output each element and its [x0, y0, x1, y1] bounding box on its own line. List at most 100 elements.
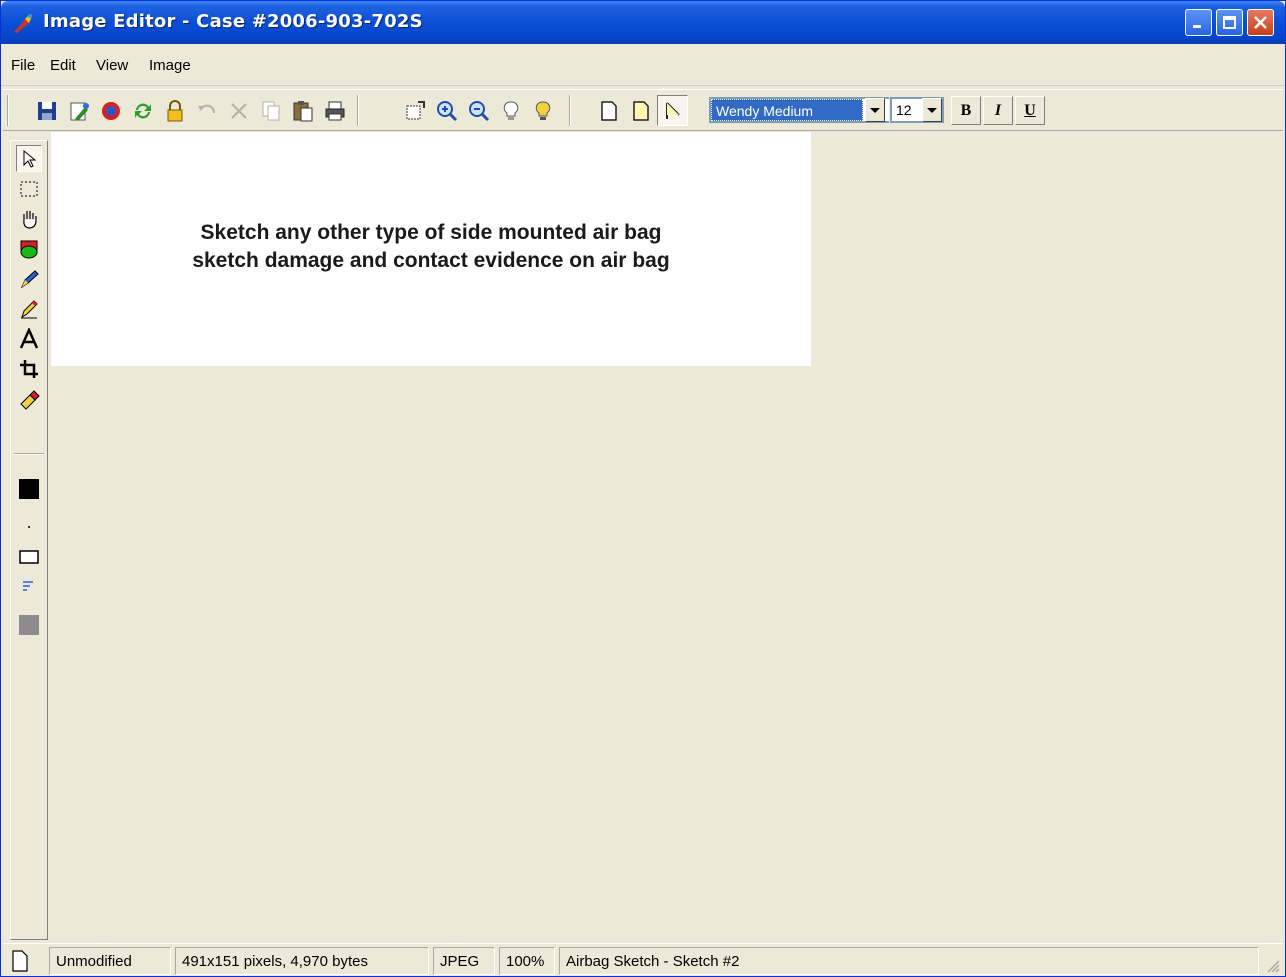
align-tool[interactable] [16, 573, 42, 600]
minimize-button[interactable] [1185, 9, 1212, 36]
crop-icon [20, 359, 38, 378]
title-bar[interactable]: Image Editor - Case #2006-903-702S [1, 1, 1285, 44]
refresh-icon [134, 103, 151, 118]
font-size-value: 12 [896, 102, 912, 118]
font-size-select[interactable]: 12 [890, 97, 944, 123]
font-name-select[interactable]: Wendy Medium [709, 97, 889, 123]
save-icon [37, 101, 56, 120]
zoom-out-button[interactable] [463, 95, 494, 126]
menu-file[interactable]: File [11, 57, 35, 74]
page-yellow-button[interactable] [625, 95, 656, 126]
shape-tool[interactable] [16, 235, 42, 262]
color-swatch-icon [19, 614, 39, 635]
underline-button[interactable]: U [1015, 96, 1045, 125]
palette-separator [14, 453, 44, 455]
image-canvas[interactable]: Sketch any other type of side mounted ai… [51, 132, 811, 366]
page-yellow-icon [632, 100, 649, 121]
chevron-down-icon[interactable] [922, 98, 942, 122]
light-on-button[interactable] [527, 95, 558, 126]
status-format: JPEG [433, 947, 495, 975]
font-name-value: Wendy Medium [711, 99, 863, 121]
menu-bar: File Edit View Image [1, 44, 1285, 86]
crop-tool[interactable] [16, 355, 42, 382]
menu-edit[interactable]: Edit [50, 57, 76, 74]
toolbar-separator [357, 95, 359, 126]
toolbar: Wendy Medium 12 B I U [3, 89, 1283, 131]
close-button[interactable] [1247, 9, 1274, 36]
page-icon [600, 100, 617, 121]
color-black-swatch[interactable] [16, 475, 42, 502]
undo-button[interactable] [191, 95, 222, 126]
dot-size-icon [28, 525, 30, 528]
app-icon [14, 14, 32, 33]
maximize-icon [1223, 16, 1236, 29]
zoom-out-icon [468, 100, 489, 121]
status-dimensions: 491x151 pixels, 4,970 bytes [175, 947, 429, 975]
pen-tool[interactable] [16, 265, 42, 292]
zoom-in-button[interactable] [431, 95, 462, 126]
pencil-tool[interactable] [16, 295, 42, 322]
pencil-icon [21, 299, 38, 318]
page-corner-icon [665, 101, 680, 119]
light-on-icon [535, 100, 550, 120]
toolbar-separator [569, 95, 571, 126]
dot-size-tool[interactable] [16, 513, 42, 540]
resize-grip-icon[interactable] [1264, 957, 1280, 973]
text-icon [19, 327, 39, 349]
undo-icon [197, 104, 215, 113]
hand-tool[interactable] [16, 205, 42, 232]
canvas-text-line-1: Sketch any other type of side mounted ai… [200, 221, 662, 244]
fit-icon [406, 100, 425, 119]
italic-button[interactable]: I [983, 96, 1013, 125]
canvas-area[interactable]: Sketch any other type of side mounted ai… [51, 132, 1283, 940]
eraser-icon [20, 389, 40, 410]
copy-button[interactable] [255, 95, 286, 126]
paste-button[interactable] [287, 95, 318, 126]
delete-icon [230, 102, 247, 119]
paste-icon [293, 100, 312, 121]
print-button[interactable] [319, 95, 350, 126]
page-icon [12, 950, 28, 972]
lock-button[interactable] [159, 95, 190, 126]
select-rect-icon [20, 181, 38, 196]
lock-icon [167, 99, 182, 121]
color-gray-swatch[interactable] [16, 611, 42, 638]
window-title: Image Editor - Case #2006-903-702S [43, 11, 423, 32]
canvas-text-line-2: sketch damage and contact evidence on ai… [192, 249, 670, 272]
status-zoom: 100% [499, 947, 555, 975]
bold-button[interactable]: B [951, 96, 981, 125]
status-document: Airbag Sketch - Sketch #2 [559, 947, 1259, 975]
shape-icon [20, 240, 38, 258]
import-button[interactable] [63, 95, 94, 126]
chevron-down-icon[interactable] [865, 98, 885, 122]
menu-image[interactable]: Image [149, 57, 191, 74]
menu-view[interactable]: View [96, 57, 128, 74]
status-bar: Unmodified 491x151 pixels, 4,970 bytes J… [3, 943, 1283, 976]
minimize-icon [1193, 25, 1201, 28]
rect-outline-tool[interactable] [16, 543, 42, 570]
canvas-text: Sketch any other type of side mounted ai… [51, 219, 811, 275]
refresh-button[interactable] [127, 95, 158, 126]
toolbar-grip [7, 95, 9, 126]
hand-icon [23, 210, 37, 229]
maximize-button[interactable] [1216, 9, 1243, 36]
eraser-tool[interactable] [16, 385, 42, 412]
save-button[interactable] [31, 95, 62, 126]
color-swatch-icon [19, 478, 39, 499]
rotate-icon [101, 101, 120, 120]
delete-button[interactable] [223, 95, 254, 126]
select-rect-tool[interactable] [16, 175, 42, 202]
light-off-button[interactable] [495, 95, 526, 126]
image-editor-window: Image Editor - Case #2006-903-702S File … [0, 0, 1286, 977]
fit-button[interactable] [399, 95, 430, 126]
pointer-tool[interactable] [16, 145, 42, 172]
rect-outline-icon [19, 549, 39, 564]
copy-icon [262, 101, 279, 120]
import-icon [70, 102, 89, 121]
pen-icon [20, 269, 39, 288]
page-button[interactable] [593, 95, 624, 126]
align-icon [23, 580, 33, 591]
text-tool[interactable] [16, 325, 42, 352]
page-corner-button[interactable] [657, 95, 688, 126]
rotate-button[interactable] [95, 95, 126, 126]
